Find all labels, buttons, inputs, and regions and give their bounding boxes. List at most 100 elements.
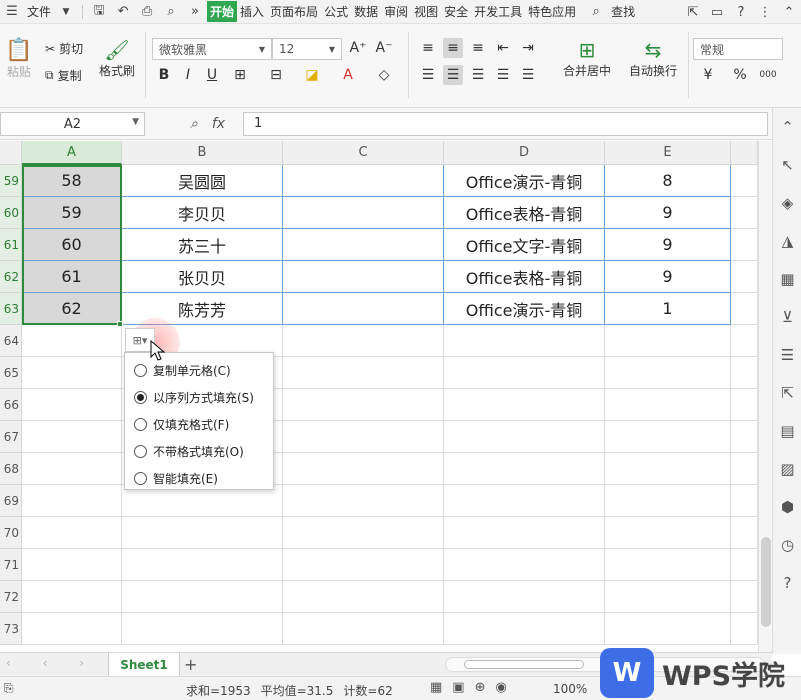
cell-a[interactable] — [22, 421, 122, 453]
align-center-icon[interactable]: ☰ — [443, 65, 463, 85]
reading-mode-icon[interactable]: ◉ — [496, 680, 507, 695]
row-header[interactable]: 66 — [0, 389, 22, 421]
filter-icon[interactable]: ⊻ — [773, 298, 801, 336]
row-header[interactable]: 67 — [0, 421, 22, 453]
cell-e[interactable] — [605, 357, 731, 389]
shapes-icon[interactable]: ◈ — [773, 184, 801, 222]
search-icon[interactable]: ⌕ — [587, 3, 605, 21]
row-header[interactable]: 73 — [0, 613, 22, 645]
cell-d[interactable] — [444, 325, 605, 357]
row-header[interactable]: 70 — [0, 517, 22, 549]
file-menu[interactable]: 文件 — [24, 3, 54, 20]
fill-handle[interactable] — [117, 321, 123, 327]
cell-e[interactable]: 9 — [605, 261, 731, 293]
cell-d[interactable] — [444, 485, 605, 517]
cell-a[interactable] — [22, 453, 122, 485]
underline-button[interactable]: U — [202, 65, 222, 85]
cell-e[interactable]: 9 — [605, 229, 731, 261]
cell-f[interactable] — [731, 389, 758, 421]
more-options-icon[interactable]: ⋮ — [756, 3, 774, 21]
font-size-select[interactable]: 12 ▼ — [272, 38, 342, 60]
cell-c[interactable] — [283, 549, 444, 581]
cell-b[interactable]: 苏三十 — [122, 229, 283, 261]
cell-d[interactable] — [444, 357, 605, 389]
tab-view[interactable]: 视图 — [411, 3, 441, 20]
format-painter-button[interactable]: 🖌 格式刷 — [97, 38, 137, 79]
row-header[interactable]: 64 — [0, 325, 22, 357]
row-header[interactable]: 59 — [0, 165, 22, 197]
tab-home[interactable]: 开始 — [207, 1, 238, 22]
tab-review[interactable]: 审阅 — [381, 3, 411, 20]
cell-c[interactable] — [283, 293, 444, 325]
cell-a[interactable]: 58 — [22, 165, 122, 197]
collapse-panel-icon[interactable]: ⌃ — [773, 108, 801, 146]
clear-format-icon[interactable]: ◇ — [374, 65, 394, 85]
list-icon[interactable]: ☰ — [773, 336, 801, 374]
cell-f[interactable] — [731, 581, 758, 613]
cell-f[interactable] — [731, 165, 758, 197]
justify-icon[interactable]: ☰ — [493, 65, 513, 85]
cell-e[interactable] — [605, 549, 731, 581]
cell-a[interactable]: 61 — [22, 261, 122, 293]
row-header[interactable]: 68 — [0, 453, 22, 485]
page-break-icon[interactable]: ⊕ — [475, 680, 486, 695]
row-header[interactable]: 65 — [0, 357, 22, 389]
font-color-button[interactable]: A — [338, 65, 358, 85]
cell-d[interactable] — [444, 389, 605, 421]
cell-d[interactable] — [444, 581, 605, 613]
cell-c[interactable] — [283, 453, 444, 485]
cell-a[interactable] — [22, 357, 122, 389]
menu-icon[interactable]: ☰ — [3, 3, 21, 21]
cell-e[interactable]: 1 — [605, 293, 731, 325]
cell-a[interactable] — [22, 517, 122, 549]
column-header-d[interactable]: D — [444, 141, 605, 165]
print-icon[interactable]: ⎙ — [138, 3, 156, 21]
cell-e[interactable]: 9 — [605, 197, 731, 229]
thousands-button[interactable]: 000 — [758, 65, 778, 85]
cell-e[interactable] — [605, 613, 731, 645]
copy-button[interactable]: ⧉ 复制 — [45, 67, 82, 84]
cell-a[interactable]: 59 — [22, 197, 122, 229]
cell-f[interactable] — [731, 613, 758, 645]
export-icon[interactable]: ⇱ — [773, 374, 801, 412]
history-icon[interactable]: ◷ — [773, 526, 801, 564]
template-icon[interactable]: ▭ — [708, 3, 726, 21]
indent-decrease-icon[interactable]: ⇤ — [493, 38, 513, 58]
cell-d[interactable] — [444, 453, 605, 485]
cell-b[interactable]: 李贝贝 — [122, 197, 283, 229]
align-right-icon[interactable]: ☰ — [468, 65, 488, 85]
formula-input[interactable]: 1 — [243, 112, 768, 136]
chevron-down-icon[interactable]: ▼ — [57, 3, 75, 21]
column-header-a[interactable]: A — [22, 141, 122, 165]
cell-a[interactable]: 60 — [22, 229, 122, 261]
cell-f[interactable] — [731, 485, 758, 517]
cell-a[interactable] — [22, 581, 122, 613]
cell-f[interactable] — [731, 421, 758, 453]
cell-e[interactable] — [605, 325, 731, 357]
cell-e[interactable] — [605, 421, 731, 453]
cell-e[interactable] — [605, 485, 731, 517]
cell-f[interactable] — [731, 517, 758, 549]
cell-a[interactable] — [22, 389, 122, 421]
help-icon[interactable]: ? — [773, 564, 801, 602]
column-header-e[interactable]: E — [605, 141, 731, 165]
italic-button[interactable]: I — [178, 65, 198, 85]
border-icon[interactable]: ⊞ — [230, 65, 250, 85]
image-icon[interactable]: ▨ — [773, 450, 801, 488]
cell-c[interactable] — [283, 165, 444, 197]
cell-b[interactable] — [122, 517, 283, 549]
tab-page-layout[interactable]: 页面布局 — [267, 3, 321, 20]
normal-view-icon[interactable]: ▦ — [430, 680, 442, 695]
cell-e[interactable]: 8 — [605, 165, 731, 197]
column-header-c[interactable]: C — [283, 141, 444, 165]
cell-c[interactable] — [283, 485, 444, 517]
tab-data[interactable]: 数据 — [351, 3, 381, 20]
cell-b[interactable] — [122, 581, 283, 613]
tab-security[interactable]: 安全 — [441, 3, 471, 20]
wrap-text-button[interactable]: ⇆ 自动换行 — [625, 38, 681, 79]
row-header[interactable]: 69 — [0, 485, 22, 517]
option-flash-fill[interactable]: 智能填充(E) — [125, 465, 273, 492]
cell-c[interactable] — [283, 581, 444, 613]
cell-f[interactable] — [731, 197, 758, 229]
style-icon[interactable]: ◮ — [773, 222, 801, 260]
